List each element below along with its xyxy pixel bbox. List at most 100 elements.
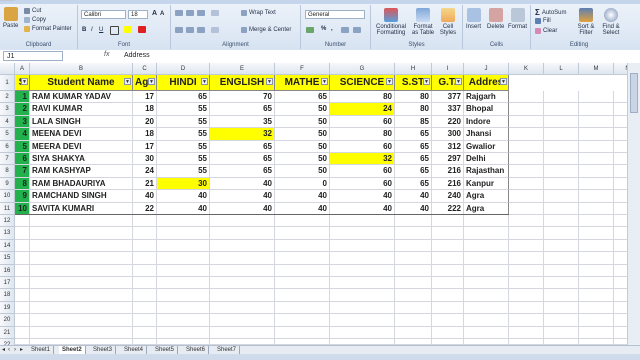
- fx-icon[interactable]: fx: [104, 51, 109, 58]
- column-header-i[interactable]: I: [432, 63, 464, 75]
- cell-b5[interactable]: MEENA DEVI: [30, 128, 133, 141]
- row-header-5[interactable]: 5: [0, 128, 15, 141]
- cell-a18[interactable]: [15, 289, 30, 302]
- filter-dropdown-icon[interactable]: ▼: [21, 78, 28, 85]
- cell-k16[interactable]: [509, 264, 544, 277]
- filter-dropdown-icon[interactable]: ▼: [423, 78, 430, 85]
- cell-d2[interactable]: 65: [157, 91, 210, 104]
- filter-dropdown-icon[interactable]: ▼: [455, 78, 462, 85]
- cell-b17[interactable]: [30, 277, 133, 290]
- font-name-combo[interactable]: Calibri: [81, 10, 126, 19]
- cell-k5[interactable]: [509, 128, 544, 141]
- cell-i9[interactable]: 216: [432, 177, 464, 191]
- cell-f5[interactable]: 50: [275, 128, 330, 141]
- cell-c16[interactable]: [133, 264, 157, 277]
- cell-j10[interactable]: Agra: [464, 190, 509, 203]
- cell-i19[interactable]: [432, 301, 464, 315]
- cell-f4[interactable]: 50: [275, 115, 330, 129]
- format-painter-button[interactable]: Format Painter: [24, 26, 72, 32]
- conditional-formatting-button[interactable]: Conditional Formatting: [375, 8, 407, 36]
- cell-h9[interactable]: 65: [395, 177, 432, 191]
- cell-d17[interactable]: [157, 277, 210, 290]
- row-header-2[interactable]: 2: [0, 91, 15, 104]
- cell-m10[interactable]: [579, 190, 614, 203]
- cell-d4[interactable]: 55: [157, 115, 210, 129]
- align-center-button[interactable]: [186, 27, 194, 33]
- cell-h6[interactable]: 65: [395, 140, 432, 153]
- filter-dropdown-icon[interactable]: ▼: [500, 78, 507, 85]
- cell-h12[interactable]: [395, 215, 432, 228]
- cell-m3[interactable]: [579, 103, 614, 116]
- row-header-7[interactable]: 7: [0, 153, 15, 166]
- cell-m5[interactable]: [579, 128, 614, 141]
- cell-m6[interactable]: [579, 140, 614, 153]
- cell-b12[interactable]: [30, 215, 133, 228]
- cell-i7[interactable]: 297: [432, 153, 464, 166]
- cut-button[interactable]: Cut: [24, 8, 41, 14]
- cell-g21[interactable]: [330, 326, 395, 339]
- cell-g9[interactable]: 60: [330, 177, 395, 191]
- cell-h17[interactable]: [395, 277, 432, 290]
- font-size-combo[interactable]: 18: [128, 10, 148, 19]
- italic-button[interactable]: I: [91, 27, 93, 33]
- font-color-button[interactable]: [138, 26, 146, 33]
- cell-l6[interactable]: [544, 140, 579, 153]
- cell-j18[interactable]: [464, 289, 509, 302]
- cell-m18[interactable]: [579, 289, 614, 302]
- cell-f8[interactable]: 50: [275, 165, 330, 178]
- cell-b4[interactable]: LALA SINGH: [30, 115, 133, 129]
- cell-h5[interactable]: 65: [395, 128, 432, 141]
- cell-h20[interactable]: [395, 314, 432, 327]
- cell-m8[interactable]: [579, 165, 614, 178]
- header-cell-g[interactable]: SCIENCE ▼: [330, 75, 395, 91]
- cell-e17[interactable]: [210, 277, 275, 290]
- cell-i5[interactable]: 300: [432, 128, 464, 141]
- cell-c17[interactable]: [133, 277, 157, 290]
- cell-b19[interactable]: [30, 301, 133, 315]
- cell-d9[interactable]: 30: [157, 177, 210, 191]
- header-cell-d[interactable]: HINDI ▼: [157, 75, 210, 91]
- cell-e8[interactable]: 65: [210, 165, 275, 178]
- cell-a9[interactable]: 8: [15, 177, 30, 191]
- cell-c9[interactable]: 21: [133, 177, 157, 191]
- cell-l16[interactable]: [544, 264, 579, 277]
- cell-k17[interactable]: [509, 277, 544, 290]
- decrease-decimal-button[interactable]: [353, 27, 361, 33]
- align-right-button[interactable]: [197, 27, 205, 33]
- cell-d3[interactable]: 55: [157, 103, 210, 116]
- cell-h15[interactable]: [395, 252, 432, 265]
- align-top-button[interactable]: [175, 10, 183, 16]
- cell-d13[interactable]: [157, 227, 210, 240]
- cell-k2[interactable]: [509, 91, 544, 104]
- row-header-23[interactable]: [0, 0, 15, 1]
- cell-c15[interactable]: [133, 252, 157, 265]
- cell-g17[interactable]: [330, 277, 395, 290]
- cell-g4[interactable]: 60: [330, 115, 395, 129]
- cell-e21[interactable]: [210, 326, 275, 339]
- cell-a17[interactable]: [15, 277, 30, 290]
- cell-d18[interactable]: [157, 289, 210, 302]
- cell-m19[interactable]: [579, 301, 614, 315]
- cell-a5[interactable]: 4: [15, 128, 30, 141]
- row-header-19[interactable]: 19: [0, 301, 15, 315]
- cell-c7[interactable]: 30: [133, 153, 157, 166]
- header-cell-h[interactable]: S.ST ▼: [395, 75, 432, 91]
- find-select-button[interactable]: Find & Select: [599, 8, 623, 36]
- row-header-18[interactable]: 18: [0, 289, 15, 302]
- column-header-k[interactable]: K: [509, 63, 544, 75]
- cell-j19[interactable]: [464, 301, 509, 315]
- cell-d7[interactable]: 55: [157, 153, 210, 166]
- cell-e10[interactable]: 40: [210, 190, 275, 203]
- cell-h21[interactable]: [395, 326, 432, 339]
- shrink-font-button[interactable]: A: [160, 11, 164, 17]
- cell-b7[interactable]: SIYA SHAKYA: [30, 153, 133, 166]
- cell-c8[interactable]: 24: [133, 165, 157, 178]
- cell-k11[interactable]: [509, 202, 544, 215]
- cell-k13[interactable]: [509, 227, 544, 240]
- orientation-button[interactable]: [211, 10, 219, 16]
- cell-f15[interactable]: [275, 252, 330, 265]
- cell-a19[interactable]: [15, 301, 30, 315]
- cell-j15[interactable]: [464, 252, 509, 265]
- cell-e14[interactable]: [210, 239, 275, 253]
- cell-d21[interactable]: [157, 326, 210, 339]
